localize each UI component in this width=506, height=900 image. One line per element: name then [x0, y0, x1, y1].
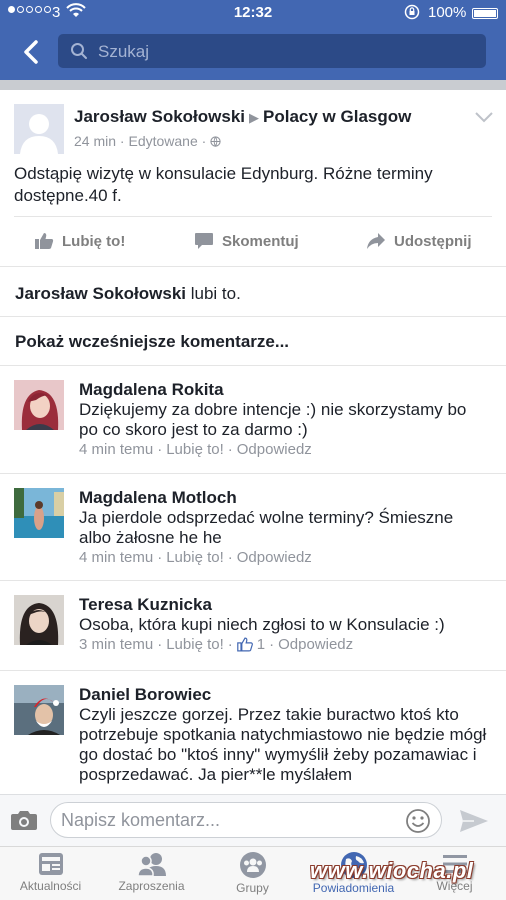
comment-label: Skomentuj — [222, 232, 299, 250]
rotation-lock-icon — [404, 4, 420, 20]
back-arrow-icon[interactable] — [18, 38, 46, 66]
post-meta: 24 min · Edytowane · — [74, 133, 221, 149]
post-text: Odstąpię wizytę w konsulacie Edynburg. R… — [14, 164, 433, 205]
tab-label: Aktualności — [19, 879, 82, 893]
comment-author[interactable]: Teresa Kuznicka — [79, 595, 212, 615]
comment-author[interactable]: Magdalena Rokita — [79, 380, 224, 400]
comment-text: Czyli jeszcze gorzej. Przez takie buract… — [79, 705, 487, 784]
camera-icon[interactable] — [10, 809, 38, 831]
search-placeholder: Szukaj — [98, 42, 150, 61]
share-icon — [367, 233, 385, 249]
comment-like-count[interactable]: 1 — [257, 636, 265, 653]
thumbs-up-icon — [236, 637, 253, 652]
comment-reply[interactable]: Odpowiedz — [237, 549, 312, 566]
groups-icon — [239, 852, 266, 878]
divider — [0, 670, 506, 671]
divider — [0, 316, 506, 317]
emoji-icon[interactable] — [405, 808, 431, 834]
likes-summary[interactable]: Jarosław Sokołowski lubi to. — [15, 284, 241, 304]
watermark: www.wiocha.pl — [310, 858, 474, 883]
likes-suffix: lubi to. — [190, 284, 241, 303]
status-bar: 3 12:32 100% — [0, 0, 506, 26]
battery-icon — [472, 8, 498, 19]
comment-text: Dziękujemy za dobre intencje :) nie skor… — [79, 400, 467, 439]
comment-text: Ja pierdole odsprzedać wolne terminy? Śm… — [79, 508, 454, 547]
tab-news-feed[interactable]: Aktualności — [0, 851, 101, 893]
post-group-name[interactable]: Polacy w Glasgow — [263, 107, 411, 126]
show-earlier-comments[interactable]: Pokaż wcześniejsze komentarze... — [15, 332, 289, 352]
divider — [14, 216, 492, 217]
battery-percent: 100% — [428, 4, 467, 21]
arrow-icon: ▶ — [249, 110, 260, 125]
news-feed-icon — [38, 853, 63, 875]
comment-meta: 4 min temu · Lubię to! · Odpowiedz — [79, 441, 312, 458]
globe-icon — [210, 136, 221, 147]
friends-icon — [136, 853, 166, 877]
avatar[interactable] — [14, 104, 64, 154]
comment-time[interactable]: 4 min temu — [79, 549, 153, 566]
comment-reply[interactable]: Odpowiedz — [278, 636, 353, 653]
comment-like[interactable]: Lubię to! — [166, 441, 224, 458]
share-label: Udostępnij — [394, 232, 472, 250]
comment-placeholder: Napisz komentarz... — [61, 810, 221, 830]
tab-friend-requests[interactable]: Zaproszenia — [101, 851, 202, 893]
divider — [0, 266, 506, 267]
post-author-line: Jarosław Sokołowski ▶ Polacy w Glasgow — [74, 107, 411, 127]
tab-groups[interactable]: Grupy — [202, 851, 303, 895]
comment-meta: 3 min temu · Lubię to! · 1 · Odpowiedz — [79, 636, 354, 653]
search-input[interactable]: Szukaj — [58, 34, 486, 68]
comment-like[interactable]: Lubię to! — [166, 636, 224, 653]
avatar[interactable] — [14, 488, 64, 538]
comment-button[interactable]: Skomentuj — [194, 232, 299, 250]
divider — [0, 473, 506, 474]
post-time[interactable]: 24 min — [74, 133, 116, 149]
divider — [0, 580, 506, 581]
comment-like[interactable]: Lubię to! — [166, 549, 224, 566]
top-bar: 3 12:32 100% Szukaj — [0, 0, 506, 80]
comment-icon — [195, 233, 213, 249]
tab-label: Zaproszenia — [118, 879, 185, 893]
tab-label: Grupy — [236, 881, 269, 895]
share-button[interactable]: Udostępnij — [366, 232, 472, 250]
comment-time[interactable]: 4 min temu — [79, 441, 153, 458]
send-icon[interactable] — [458, 808, 490, 834]
divider — [0, 80, 506, 90]
search-icon — [71, 43, 87, 59]
avatar[interactable] — [14, 685, 64, 735]
post-author-name[interactable]: Jarosław Sokołowski — [74, 107, 245, 126]
comment-text: Osoba, która kupi niech zgłosi to w Kons… — [79, 615, 445, 634]
post-actions: Lubię to! Skomentuj Udostępnij — [0, 220, 506, 262]
like-label: Lubię to! — [62, 232, 126, 250]
liker-name: Jarosław Sokołowski — [15, 284, 187, 303]
comment-author[interactable]: Magdalena Motloch — [79, 488, 237, 508]
chevron-down-icon[interactable] — [474, 110, 494, 124]
comment-author[interactable]: Daniel Borowiec — [79, 685, 211, 705]
post-edited[interactable]: Edytowane — [128, 133, 197, 149]
comment-composer: Napisz komentarz... — [0, 794, 506, 846]
comment-time[interactable]: 3 min temu — [79, 636, 153, 653]
thumbs-up-icon — [35, 233, 54, 249]
avatar[interactable] — [14, 595, 64, 645]
comment-input[interactable]: Napisz komentarz... — [50, 802, 442, 838]
comment-reply[interactable]: Odpowiedz — [237, 441, 312, 458]
like-button[interactable]: Lubię to! — [34, 232, 125, 250]
avatar[interactable] — [14, 380, 64, 430]
comment-meta: 4 min temu · Lubię to! · Odpowiedz — [79, 549, 312, 566]
divider — [0, 365, 506, 366]
